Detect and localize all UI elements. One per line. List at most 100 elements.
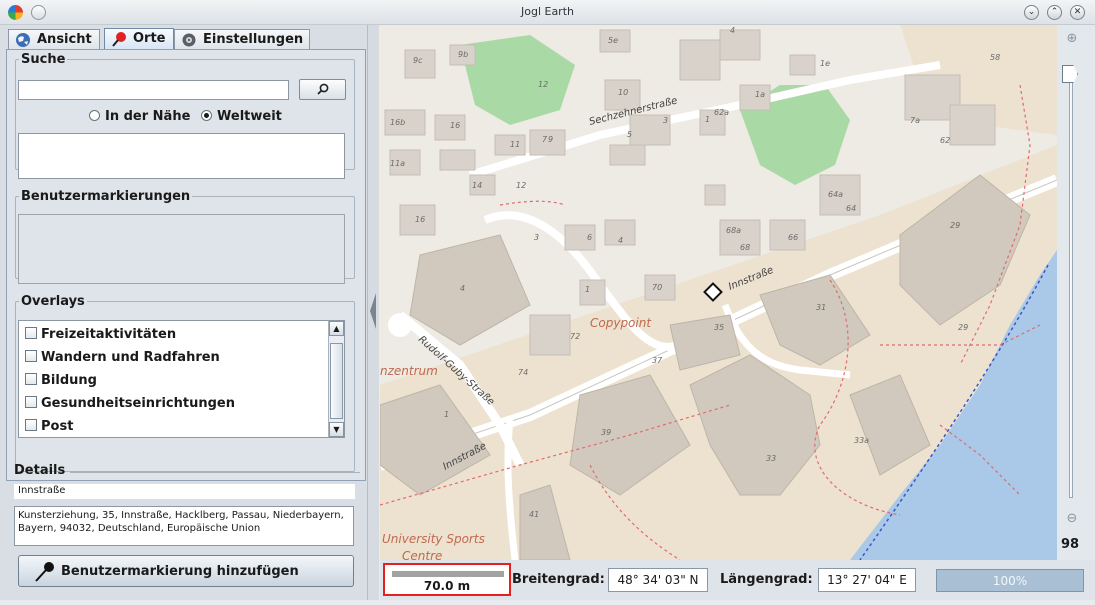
house-number-label: 16b bbox=[390, 118, 405, 127]
search-button[interactable] bbox=[299, 79, 346, 100]
house-number-label: 7a bbox=[910, 116, 920, 125]
search-results-list[interactable] bbox=[18, 133, 345, 179]
maximize-button[interactable]: ⌃ bbox=[1047, 5, 1062, 20]
house-number-label: 11a bbox=[390, 159, 405, 168]
zoom-level-text: 98 bbox=[1061, 537, 1080, 552]
zoom-out-icon[interactable]: ⊖ bbox=[1063, 511, 1081, 529]
detail-address-text[interactable]: Kunsterziehung, 35, Innstraße, Hacklberg… bbox=[14, 506, 354, 546]
overlays-scrollbar[interactable]: ▲ ▼ bbox=[328, 321, 344, 437]
left-panel: Ansicht Orte Einstellungen Suche Benutze… bbox=[0, 25, 367, 600]
house-number-label: 39 bbox=[601, 428, 611, 437]
tab-orte-label: Orte bbox=[133, 31, 166, 46]
loading-progress-bar: 100% bbox=[936, 569, 1084, 592]
detail-place-name: Innstraße bbox=[14, 484, 355, 499]
house-number-label: 16 bbox=[450, 121, 460, 130]
pin-icon bbox=[112, 32, 126, 47]
house-number-label: 62 bbox=[940, 136, 950, 145]
zoom-in-icon[interactable]: ⊕ bbox=[1063, 31, 1081, 49]
house-number-label: 4 bbox=[460, 284, 465, 293]
scale-bar bbox=[392, 571, 504, 577]
close-button[interactable]: ✕ bbox=[1070, 5, 1085, 20]
markers-legend: Benutzermarkierungen bbox=[21, 189, 191, 204]
house-number-label: 9 bbox=[548, 135, 553, 144]
house-number-label: 29 bbox=[950, 221, 960, 230]
scroll-thumb[interactable] bbox=[330, 343, 343, 419]
svg-text:University Sports: University Sports bbox=[382, 532, 485, 546]
minimize-button[interactable]: ⌄ bbox=[1024, 5, 1039, 20]
scroll-up-icon[interactable]: ▲ bbox=[329, 321, 344, 336]
window-title: Jogl Earth bbox=[520, 5, 574, 18]
globe-icon bbox=[16, 33, 30, 47]
overlays-legend: Overlays bbox=[21, 294, 85, 309]
map-canvas[interactable]: Sechzehnerstraße Innstraße Rudolf-Guby-S… bbox=[380, 25, 1057, 560]
house-number-label: 62a bbox=[714, 108, 729, 117]
house-number-label: 9b bbox=[458, 50, 468, 59]
house-number-label: 9c bbox=[413, 56, 423, 65]
search-input[interactable] bbox=[18, 80, 289, 100]
house-number-label: 4 bbox=[618, 236, 623, 245]
overlay-item-wandern[interactable]: Wandern und Radfahren bbox=[25, 350, 220, 370]
add-user-marker-label: Benutzermarkierung hinzufügen bbox=[61, 564, 299, 579]
radio-weltweit[interactable]: Weltweit bbox=[201, 109, 282, 124]
zoom-slider-thumb[interactable] bbox=[1062, 65, 1078, 83]
house-number-label: 12 bbox=[516, 181, 526, 190]
latitude-field[interactable]: 48° 34' 03" N bbox=[608, 568, 708, 592]
settings-gear-icon bbox=[182, 33, 196, 47]
details-legend: Details bbox=[14, 463, 66, 478]
house-number-label: 1 bbox=[444, 410, 449, 419]
user-markers-list[interactable] bbox=[18, 214, 345, 284]
house-number-label: 11 bbox=[510, 140, 520, 149]
overlay-item-post[interactable]: Post bbox=[25, 419, 73, 437]
radio-in-der-naehe-label: In der Nähe bbox=[105, 109, 191, 124]
overlay-item-gesundheit[interactable]: Gesundheitseinrichtungen bbox=[25, 396, 235, 416]
tab-orte[interactable]: Orte bbox=[104, 28, 174, 51]
scale-text: 70.0 m bbox=[423, 579, 471, 593]
house-number-label: 1 bbox=[705, 115, 710, 124]
radio-circle bbox=[89, 110, 100, 121]
title-bar: Jogl Earth ⌄ ⌃ ✕ bbox=[0, 0, 1095, 25]
checkbox[interactable] bbox=[25, 350, 37, 362]
pin-icon bbox=[35, 562, 54, 582]
add-user-marker-button[interactable]: Benutzermarkierung hinzufügen bbox=[18, 555, 354, 587]
checkbox[interactable] bbox=[25, 419, 37, 431]
checkbox[interactable] bbox=[25, 373, 37, 385]
house-number-label: 5e bbox=[608, 36, 618, 45]
tab-einstellungen[interactable]: Einstellungen bbox=[174, 29, 310, 50]
house-number-label: 70 bbox=[652, 283, 662, 292]
magnifier-icon bbox=[317, 83, 329, 95]
checkbox[interactable] bbox=[25, 396, 37, 408]
house-number-label: 35 bbox=[714, 323, 724, 332]
map-view[interactable]: Sechzehnerstraße Innstraße Rudolf-Guby-S… bbox=[380, 25, 1057, 560]
house-number-label: 3 bbox=[663, 116, 668, 125]
longitude-field[interactable]: 13° 27' 04" E bbox=[818, 568, 916, 592]
house-number-label: 14 bbox=[472, 181, 482, 190]
house-number-label: 64 bbox=[846, 204, 856, 213]
collapse-arrow-icon[interactable] bbox=[370, 293, 376, 329]
zoom-slider-track[interactable] bbox=[1069, 71, 1073, 498]
checkbox[interactable] bbox=[25, 327, 37, 339]
scroll-down-icon[interactable]: ▼ bbox=[329, 422, 344, 437]
house-number-label: 5 bbox=[627, 130, 632, 139]
overlays-list[interactable]: Freizeitaktivitäten Wandern und Radfahre… bbox=[18, 320, 345, 438]
house-number-label: 33 bbox=[766, 454, 776, 463]
panel-splitter[interactable] bbox=[367, 25, 379, 600]
house-number-label: 58 bbox=[990, 53, 1000, 62]
zoom-control: ⊕ ⊖ 98 bbox=[1057, 25, 1095, 560]
house-number-label: 68a bbox=[726, 226, 741, 235]
radio-in-der-naehe[interactable]: In der Nähe bbox=[89, 109, 190, 124]
overlay-item-bildung[interactable]: Bildung bbox=[25, 373, 97, 393]
map-scale: 70.0 m bbox=[383, 563, 511, 596]
house-number-label: 68 bbox=[740, 243, 750, 252]
svg-text:Centre: Centre bbox=[402, 549, 442, 560]
house-number-label: 3 bbox=[534, 233, 539, 242]
house-number-label: 4 bbox=[730, 26, 735, 35]
longitude-label: Längengrad: bbox=[720, 572, 813, 587]
svg-text:nzentrum: nzentrum bbox=[380, 364, 438, 378]
overlay-item-freizeit[interactable]: Freizeitaktivitäten bbox=[25, 327, 176, 347]
tab-ansicht[interactable]: Ansicht bbox=[8, 29, 100, 50]
house-number-label: 72 bbox=[570, 332, 580, 341]
search-legend: Suche bbox=[21, 52, 66, 67]
house-number-label: 1a bbox=[755, 90, 765, 99]
house-number-label: 41 bbox=[529, 510, 539, 519]
house-number-label: 31 bbox=[816, 303, 826, 312]
